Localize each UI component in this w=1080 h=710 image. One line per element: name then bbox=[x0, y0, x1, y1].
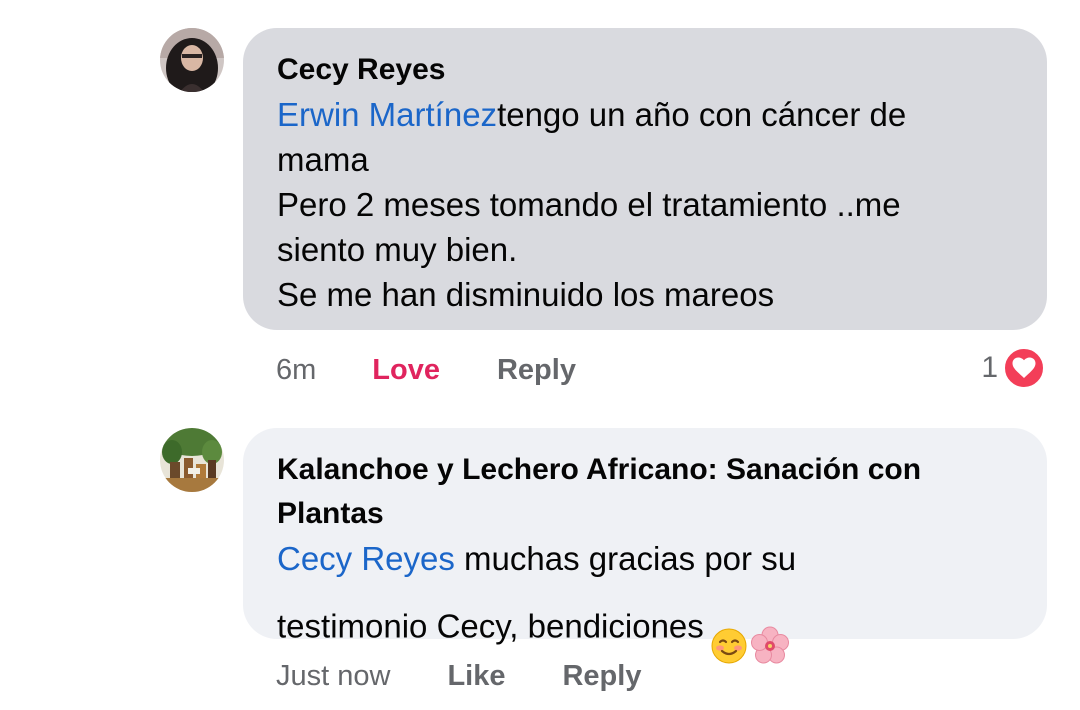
comment-line: testimonio Cecy, bendiciones bbox=[277, 607, 704, 645]
comment-text: Erwin Martíneztengo un año con cáncer de… bbox=[277, 92, 1013, 317]
author-line: Plantas bbox=[277, 497, 384, 530]
reaction-count: 1 bbox=[981, 351, 998, 384]
love-reaction-button[interactable]: Love bbox=[372, 350, 440, 390]
author-line: Kalanchoe y Lechero Africano: Sanación c… bbox=[277, 453, 922, 486]
comment-author[interactable]: Cecy Reyes bbox=[277, 48, 1013, 92]
reply-button[interactable]: Reply bbox=[562, 656, 641, 696]
comment-bubble: Kalanchoe y Lechero Africano: Sanación c… bbox=[243, 428, 1047, 664]
comment-timestamp[interactable]: 6m bbox=[276, 350, 316, 390]
flower-icon bbox=[750, 581, 790, 677]
comment-line: muchas gracias por su bbox=[454, 540, 797, 577]
reaction-summary[interactable]: 1 bbox=[981, 346, 1046, 390]
comment-author[interactable]: Kalanchoe y Lechero Africano: Sanación c… bbox=[277, 448, 1013, 536]
avatar-photo bbox=[160, 428, 224, 492]
comment-line: Se me han disminuido los mareos bbox=[277, 276, 775, 313]
mention-link[interactable]: Erwin Martínez bbox=[277, 96, 497, 133]
heart-icon bbox=[1002, 346, 1046, 390]
comment-timestamp[interactable]: Just now bbox=[276, 656, 390, 696]
comment-line: tengo un año con cáncer de bbox=[497, 96, 907, 133]
comment-line: siento muy bien. bbox=[277, 231, 518, 268]
avatar[interactable] bbox=[160, 28, 224, 92]
reply-button[interactable]: Reply bbox=[497, 350, 576, 390]
comment-actions: Just now Like Reply bbox=[276, 656, 641, 696]
comment-line: Pero 2 meses tomando el tratamiento ..me bbox=[277, 186, 901, 223]
avatar-photo bbox=[160, 28, 224, 92]
comment-line: mama bbox=[277, 141, 369, 178]
avatar[interactable] bbox=[160, 428, 224, 492]
comment-actions: 6m Love Reply bbox=[276, 350, 576, 390]
smiling-face-icon bbox=[710, 582, 748, 676]
mention-link[interactable]: Cecy Reyes bbox=[277, 540, 455, 577]
like-button[interactable]: Like bbox=[447, 656, 505, 696]
comment-bubble: Cecy Reyes Erwin Martíneztengo un año co… bbox=[243, 28, 1047, 330]
